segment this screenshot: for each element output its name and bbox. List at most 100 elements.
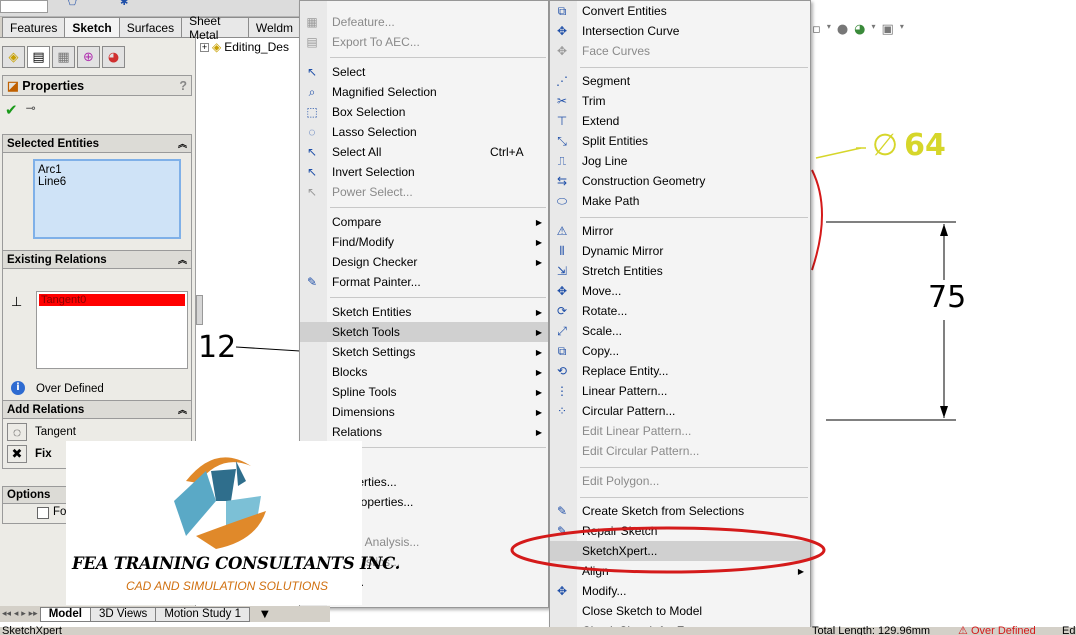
- tab-3d-views[interactable]: 3D Views: [89, 606, 157, 622]
- menu-item-scale[interactable]: ⤢ Scale...: [550, 321, 810, 341]
- collapse-icon[interactable]: ︽: [178, 403, 187, 416]
- menu-item-dynamic-mirror[interactable]: ⫴ Dynamic Mirror: [550, 241, 810, 261]
- menu-item-compare[interactable]: Compare ▶: [300, 212, 548, 232]
- appearance-icon[interactable]: ◕: [854, 22, 865, 37]
- pin-icon[interactable]: ⊸: [26, 101, 36, 119]
- menu-item-close-sketch-to-model[interactable]: Close Sketch to Model: [550, 601, 810, 621]
- menu-item-trim[interactable]: ✂ Trim: [550, 91, 810, 111]
- menu-item-edit-circular-pattern[interactable]: Edit Circular Pattern...: [550, 441, 810, 461]
- menu-item-construction-geometry[interactable]: ⇆ Construction Geometry: [550, 171, 810, 191]
- menu-item-intersection-curve[interactable]: ✥ Intersection Curve: [550, 21, 810, 41]
- sketch-arc[interactable]: [811, 169, 823, 271]
- relations-list[interactable]: Tangent0: [36, 291, 188, 369]
- list-item[interactable]: Line6: [38, 176, 176, 188]
- dropdown-icon[interactable]: ▾: [900, 22, 904, 37]
- submenu-arrow-icon: ▶: [535, 387, 542, 397]
- menu-item-blocks[interactable]: Blocks ▶: [300, 362, 548, 382]
- selected-entities-panel: Selected Entities ︽ Arc1 Line6: [2, 134, 192, 258]
- menu-item-jog-line[interactable]: ⎍ Jog Line: [550, 151, 810, 171]
- left-dimension[interactable]: 12: [198, 330, 236, 365]
- menu-separator: [330, 297, 546, 298]
- menu-item-sketch-entities[interactable]: Sketch Entities ▶: [300, 302, 548, 322]
- tangent-relation-button[interactable]: ◌ Tangent: [7, 423, 76, 441]
- toolbar-icon[interactable]: ⬠: [68, 0, 77, 8]
- menu-item-format-painter[interactable]: ✎ Format Painter...: [300, 272, 548, 292]
- menu-item-defeature[interactable]: ▦ Defeature...: [300, 12, 548, 32]
- menu-item-split-entities[interactable]: ⤡ Split Entities: [550, 131, 810, 151]
- menu-item-sketch-settings[interactable]: Sketch Settings ▶: [300, 342, 548, 362]
- menu-item-move[interactable]: ✥ Move...: [550, 281, 810, 301]
- toolbar-icon[interactable]: ⁺: [100, 0, 105, 6]
- menu-item-dimensions[interactable]: Dimensions ▶: [300, 402, 548, 422]
- collapse-icon[interactable]: ︽: [178, 253, 187, 266]
- menu-item-spline-tools[interactable]: Spline Tools ▶: [300, 382, 548, 402]
- hide-show-icon[interactable]: ●: [837, 22, 848, 37]
- menu-item-label: Design Checker: [332, 255, 418, 269]
- menu-item-circular-pattern[interactable]: ⁘ Circular Pattern...: [550, 401, 810, 421]
- more-tabs-icon[interactable]: ▼: [261, 609, 269, 620]
- dropdown-icon[interactable]: ▾: [872, 22, 876, 37]
- menu-item-lasso-selection[interactable]: ◌ Lasso Selection: [300, 122, 548, 142]
- tab-model[interactable]: Model: [39, 606, 91, 622]
- nav-arrows-icon[interactable]: ◂◂ ◂ ▸ ▸▸: [2, 609, 38, 619]
- dimxpert-icon[interactable]: ⊕: [77, 46, 100, 68]
- menu-item-replace-entity[interactable]: ⟲ Replace Entity...: [550, 361, 810, 381]
- vertical-dimension[interactable]: 75: [928, 280, 966, 315]
- tab-motion-study[interactable]: Motion Study 1: [155, 606, 251, 622]
- properties-icon: ◪: [7, 79, 19, 93]
- tab-features[interactable]: Features: [2, 17, 66, 37]
- property-manager-icon[interactable]: ▤: [27, 46, 50, 68]
- trim-icon: ✂: [556, 94, 568, 108]
- view-icon[interactable]: ▫: [812, 22, 821, 37]
- menu-item-relations[interactable]: Relations ▶: [300, 422, 548, 442]
- config-manager-icon[interactable]: ▦: [52, 46, 75, 68]
- menu-item-segment[interactable]: ⋰ Segment: [550, 71, 810, 91]
- menu-item-face-curves[interactable]: ✥ Face Curves: [550, 41, 810, 61]
- toolbar-icon[interactable]: ✱: [120, 0, 128, 8]
- selected-entities-list[interactable]: Arc1 Line6: [33, 159, 181, 239]
- fix-relation-button[interactable]: ✖ Fix: [7, 445, 52, 463]
- tab-surfaces[interactable]: Surfaces: [118, 17, 183, 37]
- menu-item-sketch-tools[interactable]: Sketch Tools ▶: [300, 322, 548, 342]
- menu-item-modify[interactable]: ✥ Modify...: [550, 581, 810, 601]
- display-manager-icon[interactable]: ◕: [102, 46, 125, 68]
- tab-sketch[interactable]: Sketch: [64, 17, 120, 37]
- menu-item-copy[interactable]: ⧉ Copy...: [550, 341, 810, 361]
- menu-item-select[interactable]: ↖ Select: [300, 62, 548, 82]
- menu-item-stretch-entities[interactable]: ⇲ Stretch Entities: [550, 261, 810, 281]
- config-dropdown[interactable]: [0, 0, 48, 13]
- menu-item-make-path[interactable]: ⬭ Make Path: [550, 191, 810, 211]
- shortcut-label: Ctrl+A: [490, 145, 524, 159]
- menu-item-box-selection[interactable]: ⬚ Box Selection: [300, 102, 548, 122]
- menu-item-export-to-aec[interactable]: ▤ Export To AEC...: [300, 32, 548, 52]
- list-item[interactable]: Arc1: [38, 164, 176, 176]
- menu-item-edit-linear-pattern[interactable]: Edit Linear Pattern...: [550, 421, 810, 441]
- dropdown-icon[interactable]: ▾: [827, 22, 831, 37]
- collapse-icon[interactable]: ︽: [178, 137, 187, 150]
- menu-item-find-modify[interactable]: Find/Modify ▶: [300, 232, 548, 252]
- options-checkbox[interactable]: [37, 507, 49, 519]
- menu-item-label: Modify...: [582, 584, 627, 598]
- menu-item-invert-selection[interactable]: ↖ Invert Selection: [300, 162, 548, 182]
- help-icon[interactable]: ?: [179, 79, 187, 93]
- menu-item-rotate[interactable]: ⟳ Rotate...: [550, 301, 810, 321]
- convert-icon: ⧉: [557, 3, 567, 18]
- menu-item-mirror[interactable]: ⚠ Mirror: [550, 221, 810, 241]
- diameter-dimension[interactable]: ∅ 64: [872, 128, 946, 163]
- menu-item-linear-pattern[interactable]: ⋮ Linear Pattern...: [550, 381, 810, 401]
- relation-item[interactable]: Tangent0: [39, 294, 185, 306]
- menu-item-magnified-selection[interactable]: ⌕ Magnified Selection: [300, 82, 548, 102]
- ok-check-icon[interactable]: ✔: [5, 101, 18, 119]
- menu-item-extend[interactable]: ⊤ Extend: [550, 111, 810, 131]
- scene-icon[interactable]: ▣: [882, 22, 894, 37]
- menu-item-power-select[interactable]: ↖ Power Select...: [300, 182, 548, 202]
- highlight-ellipse: [510, 526, 826, 574]
- menu-item-select-all[interactable]: ↖ Select All Ctrl+A: [300, 142, 548, 162]
- menu-item-design-checker[interactable]: Design Checker ▶: [300, 252, 548, 272]
- menu-item-create-sketch-from-selections[interactable]: ✎ Create Sketch from Selections: [550, 501, 810, 521]
- feature-manager-icon[interactable]: ◈: [2, 46, 25, 68]
- menu-item-convert-entities[interactable]: ⧉ Convert Entities: [550, 1, 810, 21]
- status-state: ⚠ Over Defined: [958, 626, 1036, 635]
- menu-item-edit-polygon[interactable]: Edit Polygon...: [550, 471, 810, 491]
- replace-icon: ⟲: [556, 364, 568, 378]
